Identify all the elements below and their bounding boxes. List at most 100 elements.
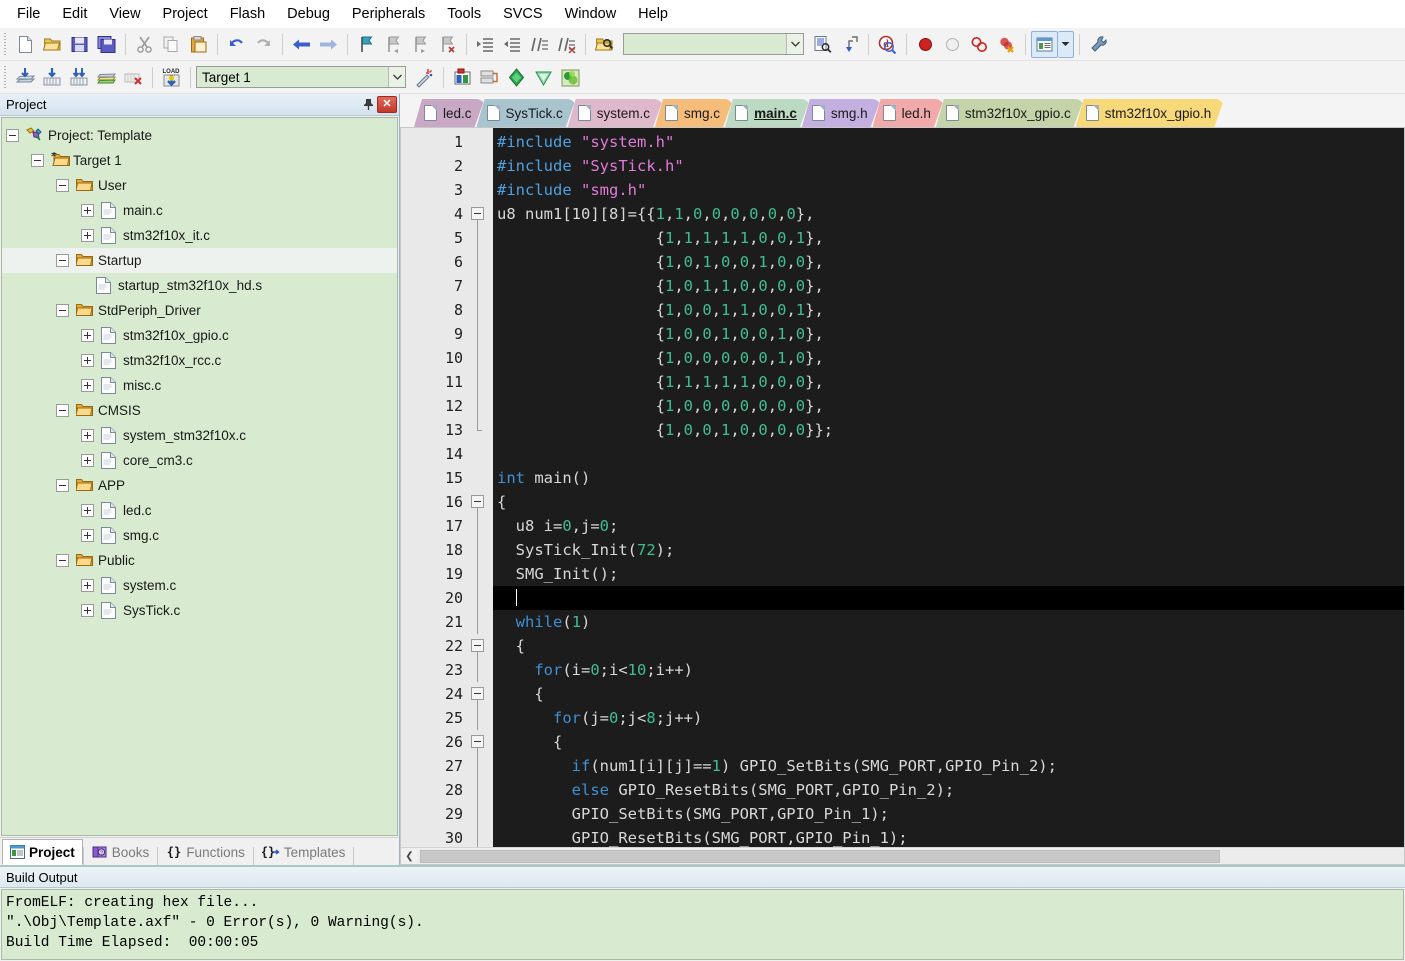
code-line[interactable]: {1,0,0,0,0,0,1,0}, [493,346,1404,370]
search-input[interactable] [624,36,786,52]
code-line[interactable]: GPIO_SetBits(SMG_PORT,GPIO_Pin_1); [493,802,1404,826]
tree-item-misc-c[interactable]: misc.c [2,373,397,398]
collapse-icon[interactable] [56,554,69,567]
collapse-icon[interactable] [31,154,44,167]
editor-horizontal-scrollbar[interactable]: ❮ [401,847,1404,864]
find-icon[interactable] [809,31,836,58]
tree-item-target-1[interactable]: Target 1 [2,148,397,173]
code-editor[interactable]: 1 2 3 4 5 6 7 8 9 10 11 12 13 14 15 16 17 18 19 20 21 22 23 24 2… [400,127,1405,865]
collapse-icon[interactable] [56,254,69,267]
stop-build-icon[interactable] [120,64,147,91]
indent-left-icon[interactable] [499,31,526,58]
menu-item-file[interactable]: File [6,2,51,26]
code-line[interactable]: int main() [493,466,1404,490]
tree-item-public[interactable]: Public [2,548,397,573]
menu-item-help[interactable]: Help [627,2,679,26]
code-line[interactable]: u8 i=0,j=0; [493,514,1404,538]
pin-icon[interactable] [359,96,377,114]
code-line[interactable]: { [493,682,1404,706]
breakpoint-icon[interactable] [912,31,939,58]
chevron-left-icon[interactable]: ❮ [401,849,418,864]
menu-item-project[interactable]: Project [152,2,219,26]
configure-icon[interactable] [1085,31,1112,58]
copy-icon[interactable] [158,31,185,58]
expand-icon[interactable] [81,354,94,367]
collapse-icon[interactable] [471,207,484,220]
project-tab-project[interactable]: Project [2,839,83,865]
collapse-icon[interactable] [56,179,69,192]
insert-bookmark-icon[interactable] [836,31,863,58]
menu-item-window[interactable]: Window [554,2,628,26]
code-line[interactable]: for(i=0;i<10;i++) [493,658,1404,682]
fold-marker[interactable] [469,730,493,754]
editor-tab-stm32f10x-gpio-h[interactable]: stm32f10x_gpio.h [1076,99,1225,127]
code-line[interactable]: GPIO_ResetBits(SMG_PORT,GPIO_Pin_1); [493,826,1404,847]
code-line[interactable]: {1,1,1,1,1,0,0,0}, [493,370,1404,394]
project-tab-templates[interactable]: {} Templates [254,839,354,865]
expand-icon[interactable] [81,504,94,517]
tree-item-stdperiph-driver[interactable]: StdPeriph_Driver [2,298,397,323]
code-line[interactable]: { [493,490,1404,514]
editor-tab-smg-h[interactable]: smg.h [802,99,881,127]
tree-item-app[interactable]: APP [2,473,397,498]
dropdown-arrow-icon[interactable] [1058,30,1074,58]
expand-icon[interactable] [81,529,94,542]
tree-item-user[interactable]: User [2,173,397,198]
editor-tab-led-h[interactable]: led.h [873,99,944,127]
editor-tab-system-c[interactable]: system.c [568,99,663,127]
scrollbar-thumb[interactable] [420,849,1220,863]
bookmark-toggle-icon[interactable] [353,31,380,58]
chevron-down-icon[interactable] [388,67,405,87]
env-icon[interactable] [557,64,584,91]
breakpoint-kill-icon[interactable] [993,31,1020,58]
code-line[interactable]: {1,0,0,0,0,0,0,0}, [493,394,1404,418]
code-line[interactable]: if(num1[i][j]==1) GPIO_SetBits(SMG_PORT,… [493,754,1404,778]
magic-wand-icon[interactable] [411,64,438,91]
tree-item-systick-c[interactable]: SysTick.c [2,598,397,623]
code-line[interactable]: SysTick_Init(72); [493,538,1404,562]
code-line[interactable]: SMG_Init(); [493,562,1404,586]
fold-marker[interactable] [469,634,493,658]
pack-installer-icon[interactable] [503,64,530,91]
code-area[interactable]: 1 2 3 4 5 6 7 8 9 10 11 12 13 14 15 16 17 18 19 20 21 22 23 24 2… [401,128,1404,847]
chevron-down-icon[interactable] [786,34,803,54]
expand-icon[interactable] [81,229,94,242]
editor-tab-smg-c[interactable]: smg.c [655,99,733,127]
editor-tab-systick-c[interactable]: SysTick.c [477,99,576,127]
editor-tab-main-c[interactable]: main.c [725,99,810,127]
cut-icon[interactable] [131,31,158,58]
collapse-icon[interactable] [6,129,19,142]
code-line[interactable]: {1,1,1,1,1,0,0,1}, [493,226,1404,250]
code-folding-column[interactable] [469,128,493,847]
expand-icon[interactable] [81,429,94,442]
batch-build-icon[interactable] [93,64,120,91]
code-line[interactable]: else GPIO_ResetBits(SMG_PORT,GPIO_Pin_2)… [493,778,1404,802]
collapse-icon[interactable] [471,735,484,748]
collapse-icon[interactable] [56,404,69,417]
collapse-icon[interactable] [56,479,69,492]
code-line[interactable]: {1,0,1,1,0,0,0,0}, [493,274,1404,298]
navigate-back-icon[interactable] [288,31,315,58]
search-combo[interactable] [623,33,804,55]
load-icon[interactable]: LOAD [158,64,185,91]
menu-item-flash[interactable]: Flash [219,2,276,26]
expand-icon[interactable] [81,454,94,467]
tree-item-stm32f10x-gpio-c[interactable]: stm32f10x_gpio.c [2,323,397,348]
uncomment-icon[interactable] [553,31,580,58]
editor-tab-stm32f10x-gpio-c[interactable]: stm32f10x_gpio.c [936,99,1084,127]
new-file-icon[interactable] [12,31,39,58]
tree-item-stm32f10x-rcc-c[interactable]: stm32f10x_rcc.c [2,348,397,373]
fold-marker[interactable] [469,202,493,226]
expand-icon[interactable] [81,579,94,592]
code-line[interactable]: for(j=0;j<8;j++) [493,706,1404,730]
code-line[interactable] [493,586,1404,610]
code-line[interactable]: while(1) [493,610,1404,634]
undo-icon[interactable] [223,31,250,58]
collapse-icon[interactable] [471,687,484,700]
collapse-icon[interactable] [471,639,484,652]
code-line[interactable]: #include "system.h" [493,130,1404,154]
collapse-icon[interactable] [471,495,484,508]
tree-item-core-cm3-c[interactable]: core_cm3.c [2,448,397,473]
manage-project-items-icon[interactable] [449,64,476,91]
breakpoint-toggle-icon[interactable] [966,31,993,58]
